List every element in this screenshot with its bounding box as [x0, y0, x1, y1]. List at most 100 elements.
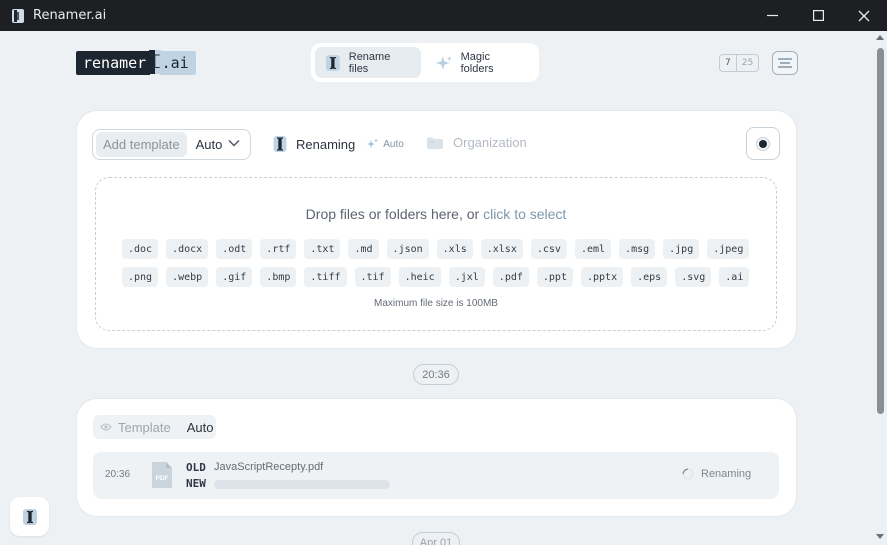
file-extension-chip: .webp — [166, 267, 209, 287]
file-extension-chip: .rtf — [260, 239, 297, 259]
old-filename: JavaScriptRecepty.pdf — [214, 461, 324, 473]
minimize-icon — [766, 14, 778, 17]
max-file-size-note: Maximum file size is 100MB — [374, 298, 498, 309]
file-extension-chip: .msg — [619, 239, 656, 259]
file-extension-chip: .tif — [354, 267, 391, 287]
window-title: Renamer.ai — [33, 8, 107, 23]
tab-rename-files[interactable]: Rename files — [315, 47, 421, 78]
file-extension-chip: .bmp — [260, 267, 297, 287]
vertical-scrollbar[interactable] — [873, 31, 887, 545]
tab-magic-folders[interactable]: Magic folders — [425, 47, 535, 78]
tab-rename-files-label: Rename files — [348, 50, 391, 75]
file-extension-chip: .xlsx — [480, 239, 523, 259]
file-extension-chip: .gif — [216, 267, 253, 287]
file-row[interactable]: 20:36 PDF OLD JavaScriptRecepty.pdf NEW … — [93, 452, 779, 499]
file-extension-chip: .doc — [122, 239, 159, 259]
date-divider: Apr 01 — [412, 532, 460, 545]
file-time: 20:36 — [105, 469, 131, 480]
app-logo-icon — [11, 8, 25, 24]
extensions-row-1: .doc .docx .odt .rtf .txt .md .json .xls .xlsx .c… — [122, 239, 750, 259]
status-label: Renaming — [701, 468, 752, 480]
scroll-thumb[interactable] — [877, 48, 884, 414]
usage-counter[interactable]: 7 25 — [719, 54, 760, 72]
file-extension-chip: .jpeg — [707, 239, 750, 259]
add-template-button[interactable]: Add template — [96, 132, 187, 157]
file-extension-chip: .png — [122, 267, 159, 287]
renaming-option[interactable]: Renaming Auto — [273, 135, 404, 153]
folder-icon — [427, 137, 443, 149]
app-logo[interactable]: renamer ⌶ .ai — [76, 50, 196, 75]
file-extension-chip: .ai — [719, 267, 750, 287]
file-extension-chip: .txt — [304, 239, 341, 259]
floating-rename-button[interactable] — [10, 497, 49, 536]
theme-icon — [756, 136, 770, 151]
text-cursor-icon — [273, 136, 287, 152]
spinner-icon — [682, 468, 694, 480]
file-extension-chip: .eml — [574, 239, 612, 259]
upload-card: Add template Auto Renaming Auto Organiza… — [77, 111, 796, 348]
time-divider: 20:36 — [413, 364, 459, 385]
close-button[interactable] — [841, 0, 887, 31]
new-label: NEW — [186, 477, 206, 490]
tab-magic-folders-label: Magic folders — [460, 50, 494, 75]
renaming-auto-badge: Auto — [366, 138, 404, 150]
file-extension-chip: .pdf — [492, 267, 529, 287]
usage-total: 25 — [741, 58, 754, 68]
file-dropzone[interactable]: Drop files or folders here, or click to … — [95, 177, 777, 331]
new-filename-placeholder — [214, 480, 390, 489]
drop-instructions: Drop files or folders here, or click to … — [96, 206, 776, 222]
auto-label: Auto — [383, 138, 404, 150]
close-icon — [858, 10, 870, 21]
file-extension-chip: .heic — [398, 267, 441, 287]
job-template-badge: Template Auto — [93, 415, 216, 439]
job-template-value: Auto — [186, 419, 214, 435]
pdf-file-icon: PDF — [152, 462, 172, 488]
text-cursor-icon — [325, 54, 340, 71]
file-extension-chip: .jxl — [448, 267, 485, 287]
minimize-button[interactable] — [749, 0, 795, 31]
rename-job-card: Template Auto 20:36 PDF OLD JavaScriptRe… — [77, 399, 796, 516]
maximize-icon — [812, 10, 824, 21]
file-extension-chip: .xls — [436, 239, 473, 259]
drop-text: Drop files or folders here, or — [305, 206, 484, 222]
template-value: Auto — [195, 137, 223, 152]
file-extension-chip: .json — [386, 239, 429, 259]
eye-icon — [100, 423, 112, 431]
file-extension-chip: .csv — [530, 239, 567, 259]
logo-main: renamer — [76, 51, 151, 75]
menu-button[interactable] — [772, 51, 798, 75]
text-cursor-icon — [22, 508, 37, 525]
extensions-row-2: .png .webp .gif .bmp .tiff .tif .heic .jxl .pdf.… — [122, 267, 750, 287]
old-label: OLD — [186, 461, 206, 474]
maximize-button[interactable] — [795, 0, 841, 31]
menu-icon — [778, 58, 792, 68]
mode-switch: Rename files Magic folders — [311, 43, 539, 82]
file-extension-chip: .pptx — [580, 267, 624, 287]
file-extension-chip: .svg — [675, 267, 712, 287]
chevron-down-icon — [228, 140, 240, 147]
scroll-down-arrow[interactable] — [876, 534, 884, 539]
logo-cursor-icon: ⌶ — [149, 50, 161, 74]
organization-option[interactable]: Organization — [426, 135, 527, 150]
title-bar: Renamer.ai — [0, 0, 887, 31]
file-extension-chip: .ppt — [536, 267, 573, 287]
file-extension-chip: .eps — [631, 267, 668, 287]
click-to-select-link[interactable]: click to select — [483, 206, 566, 222]
renaming-label: Renaming — [296, 136, 356, 152]
sparkle-icon — [435, 55, 452, 70]
rename-status: Renaming — [682, 468, 751, 480]
theme-toggle-button[interactable] — [746, 127, 780, 160]
usage-used: 7 — [720, 55, 737, 71]
file-extension-chip: .jpg — [663, 239, 700, 259]
logo-suffix: .ai — [159, 51, 196, 75]
template-select[interactable]: Add template Auto — [92, 129, 251, 160]
organization-label: Organization — [453, 135, 527, 150]
pdf-type-label: PDF — [156, 475, 169, 482]
file-extension-chip: .tiff — [304, 267, 347, 287]
job-template-label: Template — [118, 419, 171, 435]
scroll-up-arrow[interactable] — [876, 35, 884, 40]
file-extension-chip: .docx — [166, 239, 209, 259]
file-extension-chip: .odt — [216, 239, 253, 259]
file-extension-chip: .md — [348, 239, 379, 259]
sparkle-icon — [367, 138, 379, 148]
